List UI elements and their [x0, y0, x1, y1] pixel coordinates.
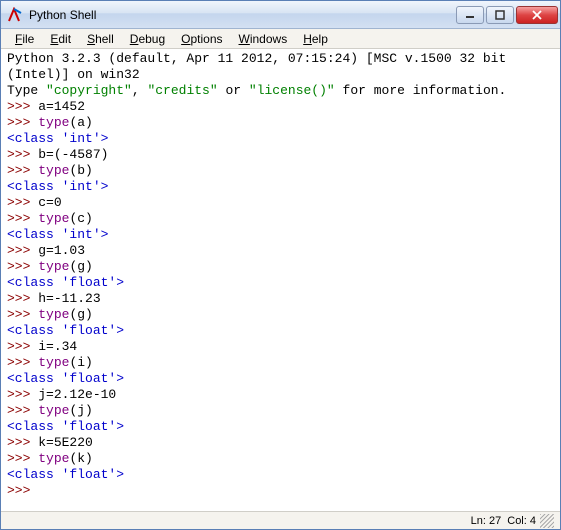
menubar: File Edit Shell Debug Options Windows He… — [1, 29, 560, 49]
menu-options[interactable]: Options — [173, 30, 230, 48]
cmd-c-assign: >>> c=0 — [7, 195, 62, 210]
statusbar: Ln: 27 Col: 4 — [1, 511, 560, 529]
out-type-c: <class 'int'> — [7, 227, 108, 242]
out-type-k: <class 'float'> — [7, 467, 124, 482]
cmd-i-assign: >>> i=.34 — [7, 339, 77, 354]
cmd-j-assign: >>> j=2.12e-10 — [7, 387, 116, 402]
out-type-g: <class 'float'> — [7, 275, 124, 290]
menu-edit[interactable]: Edit — [42, 30, 79, 48]
out-type-b: <class 'int'> — [7, 179, 108, 194]
shell-content[interactable]: Python 3.2.3 (default, Apr 11 2012, 07:1… — [1, 49, 560, 511]
menu-shell[interactable]: Shell — [79, 30, 122, 48]
cmd-type-a: >>> type(a) — [7, 115, 93, 130]
menu-windows[interactable]: Windows — [231, 30, 296, 48]
app-icon — [7, 7, 23, 23]
cmd-type-k: >>> type(k) — [7, 451, 93, 466]
cmd-type-g2: >>> type(g) — [7, 307, 93, 322]
banner-line2: Type "copyright", "credits" or "license(… — [7, 83, 506, 98]
out-type-i: <class 'float'> — [7, 371, 124, 386]
status-ln: Ln: 27 — [471, 515, 502, 527]
resize-grip-icon[interactable] — [540, 514, 554, 528]
window-title: Python Shell — [29, 8, 456, 22]
menu-debug[interactable]: Debug — [122, 30, 173, 48]
cmd-type-c: >>> type(c) — [7, 211, 93, 226]
menu-help[interactable]: Help — [295, 30, 336, 48]
cmd-type-i: >>> type(i) — [7, 355, 93, 370]
cmd-b-assign: >>> b=(-4587) — [7, 147, 108, 162]
menu-file[interactable]: File — [7, 30, 42, 48]
cmd-h-assign: >>> h=-11.23 — [7, 291, 101, 306]
cmd-type-j: >>> type(j) — [7, 403, 93, 418]
cmd-type-g: >>> type(g) — [7, 259, 93, 274]
titlebar[interactable]: Python Shell — [1, 1, 560, 29]
cmd-k-assign: >>> k=5E220 — [7, 435, 93, 450]
banner-line1: Python 3.2.3 (default, Apr 11 2012, 07:1… — [7, 51, 514, 82]
cmd-type-b: >>> type(b) — [7, 163, 93, 178]
window-buttons — [456, 6, 558, 24]
status-col: Col: 4 — [507, 515, 536, 527]
out-type-a: <class 'int'> — [7, 131, 108, 146]
cmd-g-assign: >>> g=1.03 — [7, 243, 85, 258]
close-button[interactable] — [516, 6, 558, 24]
window: Python Shell File Edit Shell Debug Optio… — [0, 0, 561, 530]
maximize-button[interactable] — [486, 6, 514, 24]
out-type-g2: <class 'float'> — [7, 323, 124, 338]
cmd-a-assign: >>> a=1452 — [7, 99, 85, 114]
minimize-button[interactable] — [456, 6, 484, 24]
prompt-empty: >>> — [7, 483, 38, 498]
out-type-j: <class 'float'> — [7, 419, 124, 434]
